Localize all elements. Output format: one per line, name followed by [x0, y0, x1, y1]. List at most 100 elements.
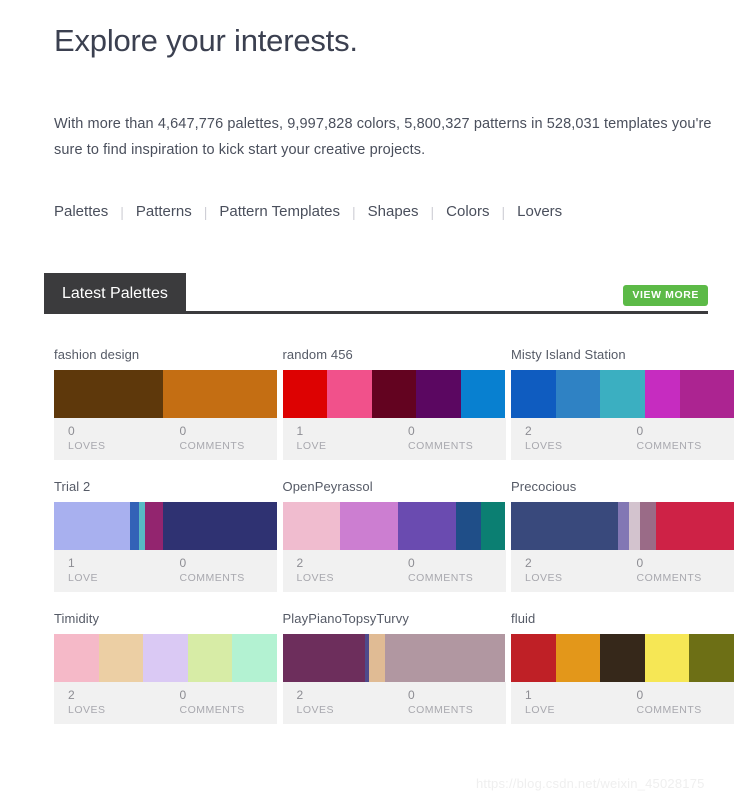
palette-swatch[interactable]: [480, 502, 506, 550]
palette-swatch[interactable]: [385, 634, 506, 682]
palette-swatches[interactable]: [511, 370, 734, 418]
intro-paragraph: With more than 4,647,776 palettes, 9,997…: [54, 115, 712, 158]
nav-separator: |: [120, 203, 124, 220]
palette-swatch[interactable]: [369, 634, 386, 682]
palette-loves: 1 LOVE: [54, 556, 166, 586]
palette-loves-count: 2: [525, 424, 532, 438]
palette-swatch[interactable]: [416, 370, 461, 418]
tab-latest-palettes[interactable]: Latest Palettes: [44, 273, 186, 314]
palette-swatch[interactable]: [644, 370, 681, 418]
palette-title: Trial 2: [54, 479, 91, 494]
palette-swatch[interactable]: [327, 370, 372, 418]
nav-link-lovers[interactable]: Lovers: [517, 203, 562, 220]
palette-loves-label: LOVES: [68, 440, 106, 452]
palette-swatch[interactable]: [511, 634, 556, 682]
palette-loves: 2 LOVES: [283, 556, 395, 586]
palette-loves-label: LOVES: [525, 572, 563, 584]
palette-card[interactable]: OpenPeyrassol 2 LOVES 0 COMMENTS: [282, 479, 506, 592]
palette-swatches[interactable]: [282, 370, 506, 418]
palette-swatches[interactable]: [54, 634, 277, 682]
palette-swatch[interactable]: [54, 634, 99, 682]
palette-swatch[interactable]: [187, 634, 233, 682]
nav-separator: |: [430, 203, 435, 220]
palette-loves: 2 LOVES: [511, 424, 623, 454]
palette-comments: 0 COMMENTS: [394, 688, 506, 718]
palette-swatches[interactable]: [282, 502, 506, 550]
palette-meta: 2 LOVES 0 COMMENTS: [282, 550, 506, 592]
palette-swatch[interactable]: [511, 502, 619, 550]
palette-card[interactable]: fluid 1 LOVE 0 COMMENTS: [511, 611, 734, 724]
palette-swatch[interactable]: [456, 502, 481, 550]
nav-separator: |: [351, 203, 356, 220]
palette-swatches[interactable]: [54, 502, 277, 550]
palette-swatch[interactable]: [54, 370, 164, 418]
palette-comments: 0 COMMENTS: [166, 688, 278, 718]
palette-loves-count: 1: [296, 424, 304, 438]
palette-swatches[interactable]: [282, 634, 506, 682]
palette-swatch[interactable]: [129, 502, 139, 550]
watermark: https://blog.csdn.net/weixin_45028175: [476, 776, 705, 791]
palette-swatch[interactable]: [600, 634, 645, 682]
palette-comments: 0 COMMENTS: [623, 556, 735, 586]
palette-swatch[interactable]: [644, 634, 690, 682]
palette-meta: 2 LOVES 0 COMMENTS: [282, 682, 506, 724]
palette-swatch[interactable]: [282, 634, 365, 682]
palette-swatch[interactable]: [629, 502, 641, 550]
palette-card[interactable]: PlayPianoTopsyTurvy 2 LOVES 0 COMMENTS: [282, 611, 506, 724]
palette-swatch[interactable]: [640, 502, 656, 550]
palette-swatch[interactable]: [555, 634, 601, 682]
tab-latest-palettes-label: Latest Palettes: [62, 284, 168, 302]
palette-swatch[interactable]: [511, 370, 556, 418]
palette-card[interactable]: fashion design 0 LOVES 0 COMMENTS: [54, 347, 277, 460]
palette-title: random 456: [282, 347, 353, 362]
palette-loves-count: 1: [68, 556, 75, 570]
palette-loves-label: LOVES: [68, 704, 106, 716]
palette-swatch[interactable]: [689, 634, 734, 682]
palette-comments: 0 COMMENTS: [394, 556, 506, 586]
palette-swatch[interactable]: [655, 502, 734, 550]
palette-swatch[interactable]: [143, 634, 188, 682]
palette-swatch[interactable]: [340, 502, 399, 550]
palette-swatch[interactable]: [680, 370, 734, 418]
palette-swatch[interactable]: [371, 370, 417, 418]
palette-swatch[interactable]: [398, 502, 457, 550]
page-root: Explore your interests. With more than 4…: [0, 0, 752, 804]
palette-card[interactable]: random 456 1 LOVE 0 COMMENTS: [282, 347, 506, 460]
palette-card[interactable]: Timidity 2 LOVES 0 COMMENTS: [54, 611, 277, 724]
palette-meta: 2 LOVES 0 COMMENTS: [511, 550, 734, 592]
palette-loves: 1 LOVE: [283, 424, 395, 454]
palette-comments-label: COMMENTS: [636, 440, 702, 452]
palette-loves-count: 2: [68, 688, 75, 702]
nav-link-patterns[interactable]: Patterns: [136, 203, 192, 220]
palette-swatches[interactable]: [511, 502, 734, 550]
palette-swatch[interactable]: [618, 502, 630, 550]
view-more-button[interactable]: VIEW MORE: [623, 285, 708, 306]
palette-swatch[interactable]: [555, 370, 601, 418]
nav-link-shapes[interactable]: Shapes: [368, 203, 419, 220]
palette-meta: 2 LOVES 0 COMMENTS: [511, 418, 734, 460]
nav-link-palettes[interactable]: Palettes: [54, 203, 108, 220]
nav-link-colors[interactable]: Colors: [446, 203, 489, 220]
palette-card[interactable]: Precocious 2 LOVES 0 COMMENTS: [511, 479, 734, 592]
palette-comments-count: 0: [179, 556, 187, 570]
palette-swatch[interactable]: [460, 370, 506, 418]
palette-swatch[interactable]: [600, 370, 645, 418]
palette-swatch[interactable]: [282, 502, 341, 550]
palette-card[interactable]: Misty Island Station 2 LOVES 0 COMMENTS: [511, 347, 734, 460]
palette-swatches[interactable]: [54, 370, 277, 418]
palette-swatch[interactable]: [98, 634, 144, 682]
palette-grid: fashion design 0 LOVES 0 COMMENTS random 456 1…: [54, 347, 734, 743]
palette-swatch[interactable]: [282, 370, 328, 418]
palette-comments-count: 0: [408, 688, 415, 702]
palette-swatches[interactable]: [511, 634, 734, 682]
palette-swatch[interactable]: [163, 370, 277, 418]
palette-card[interactable]: Trial 2 1 LOVE 0 COMMENTS: [54, 479, 277, 592]
palette-swatch[interactable]: [145, 502, 164, 550]
palette-swatch[interactable]: [54, 502, 130, 550]
palette-swatch[interactable]: [138, 502, 146, 550]
palette-comments-count: 0: [408, 424, 415, 438]
nav-link-pattern-templates[interactable]: Pattern Templates: [219, 203, 340, 220]
palette-swatch[interactable]: [232, 634, 277, 682]
palette-title: Timidity: [54, 611, 100, 626]
palette-swatch[interactable]: [163, 502, 277, 550]
